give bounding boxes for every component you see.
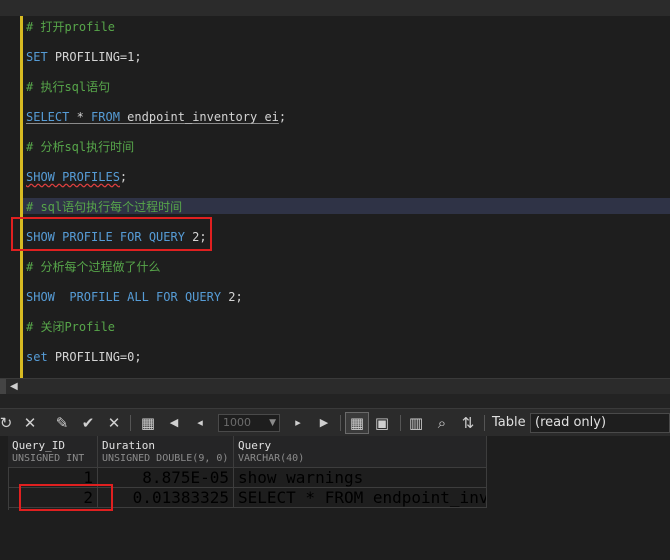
cell-duration[interactable]: 0.01383325: [98, 488, 234, 508]
toolbar-separator: [484, 415, 485, 431]
editor-line-10[interactable]: SHOW PROFILE ALL FOR QUERY 2;: [26, 288, 243, 306]
statement-underline: SELECT * FROM endpoint_inventory ei: [26, 110, 279, 124]
keyword: SELECT: [26, 110, 70, 124]
scrollbar-edge: [0, 379, 6, 395]
results-toolbar: ↻ ✕ ✎ ✔ ✕ ▦ ◀ ◂ 1000 ▼ ▸ ▶ ▦ ▣ ▥ ⌕ ⇅ Tabl…: [0, 408, 670, 437]
annotation-highlight-box: [11, 217, 212, 251]
column-name: Duration: [102, 439, 155, 452]
form-view-icon[interactable]: ▣: [372, 413, 392, 433]
toolbar-separator: [340, 415, 341, 431]
toolbar-separator: [130, 415, 131, 431]
code-text: ;: [119, 170, 128, 184]
column-header-query[interactable]: Query VARCHAR(40): [234, 436, 487, 468]
check-icon[interactable]: ✔: [78, 413, 98, 433]
edit-mode-select[interactable]: (read only): [530, 413, 670, 433]
close-icon[interactable]: ✕: [20, 413, 40, 433]
code-text: PROFILING=1;: [47, 50, 142, 64]
sort-icon[interactable]: ⇅: [458, 413, 478, 433]
result-grid[interactable]: Query_ID UNSIGNED INT Duration UNSIGNED …: [0, 436, 670, 560]
column-name: Query: [238, 439, 272, 452]
fold-marker-bar: [20, 16, 23, 378]
cell-query[interactable]: show warnings: [234, 468, 487, 488]
grid-settings-icon[interactable]: ▦: [138, 413, 158, 433]
sql-editor[interactable]: # 打开profile SET PROFILING=1; # 执行sql语句 S…: [0, 16, 670, 378]
annotation-highlight-box: [19, 484, 113, 511]
first-page-icon[interactable]: ◀: [164, 413, 184, 433]
code-text: *: [69, 110, 92, 124]
column-type: UNSIGNED INT: [12, 453, 85, 464]
edit-icon[interactable]: ✎: [52, 413, 72, 433]
column-type: VARCHAR(40): [238, 453, 305, 464]
chevron-down-icon: ▼: [269, 418, 276, 428]
code-text: endpoint_inventory ei: [119, 110, 279, 124]
view-mode-label: Table: [492, 415, 526, 430]
splitter[interactable]: [0, 394, 670, 408]
columns-icon[interactable]: ▥: [406, 413, 426, 433]
keyword: SET: [26, 50, 48, 64]
keyword: SHOW PROFILES: [26, 170, 120, 184]
cancel-icon[interactable]: ✕: [104, 413, 124, 433]
column-type: UNSIGNED DOUBLE(9, 0): [102, 453, 229, 464]
prev-page-icon[interactable]: ◂: [190, 413, 210, 433]
editor-line-5[interactable]: # 分析sql执行时间: [26, 138, 134, 156]
keyword: FROM: [91, 110, 120, 124]
code-text: ;: [278, 110, 287, 124]
cell-duration[interactable]: 8.875E-05: [98, 468, 234, 488]
edit-mode-value: (read only): [535, 415, 607, 430]
code-text: 2;: [221, 290, 243, 304]
keyword: SHOW PROFILE ALL FOR QUERY: [26, 290, 222, 304]
editor-top-tabbar: [0, 0, 670, 17]
editor-line-12[interactable]: set PROFILING=0;: [26, 348, 142, 366]
code-text: PROFILING=0;: [47, 350, 142, 364]
editor-line-11[interactable]: # 关闭Profile: [26, 318, 115, 336]
editor-line-6[interactable]: SHOW PROFILES;: [26, 168, 127, 186]
row-limit-value: 1000: [223, 416, 251, 429]
refresh-icon[interactable]: ↻: [0, 413, 16, 433]
last-page-icon[interactable]: ▶: [314, 413, 334, 433]
editor-line-1[interactable]: # 打开profile: [26, 18, 115, 36]
editor-horizontal-scrollbar[interactable]: ◀: [0, 378, 670, 395]
editor-line-3[interactable]: # 执行sql语句: [26, 78, 110, 96]
editor-line-7[interactable]: # sql语句执行每个过程时间: [26, 198, 182, 216]
grid-view-icon[interactable]: ▦: [345, 412, 369, 434]
editor-line-4[interactable]: SELECT * FROM endpoint_inventory ei;: [26, 108, 286, 126]
toolbar-separator: [400, 415, 401, 431]
editor-line-2[interactable]: SET PROFILING=1;: [26, 48, 142, 66]
column-header-query-id[interactable]: Query_ID UNSIGNED INT: [8, 436, 98, 468]
editor-gutter: [0, 16, 20, 378]
scroll-left-icon[interactable]: ◀: [10, 381, 18, 392]
row-limit-select[interactable]: 1000 ▼: [218, 414, 280, 432]
column-header-duration[interactable]: Duration UNSIGNED DOUBLE(9, 0): [98, 436, 234, 468]
keyword: set: [26, 350, 48, 364]
cell-query[interactable]: SELECT * FROM endpoint_inventory ei limi…: [234, 488, 487, 508]
filter-icon[interactable]: ⌕: [432, 413, 452, 433]
column-name: Query_ID: [12, 439, 65, 452]
editor-line-9[interactable]: # 分析每个过程做了什么: [26, 258, 160, 276]
next-page-icon[interactable]: ▸: [288, 413, 308, 433]
